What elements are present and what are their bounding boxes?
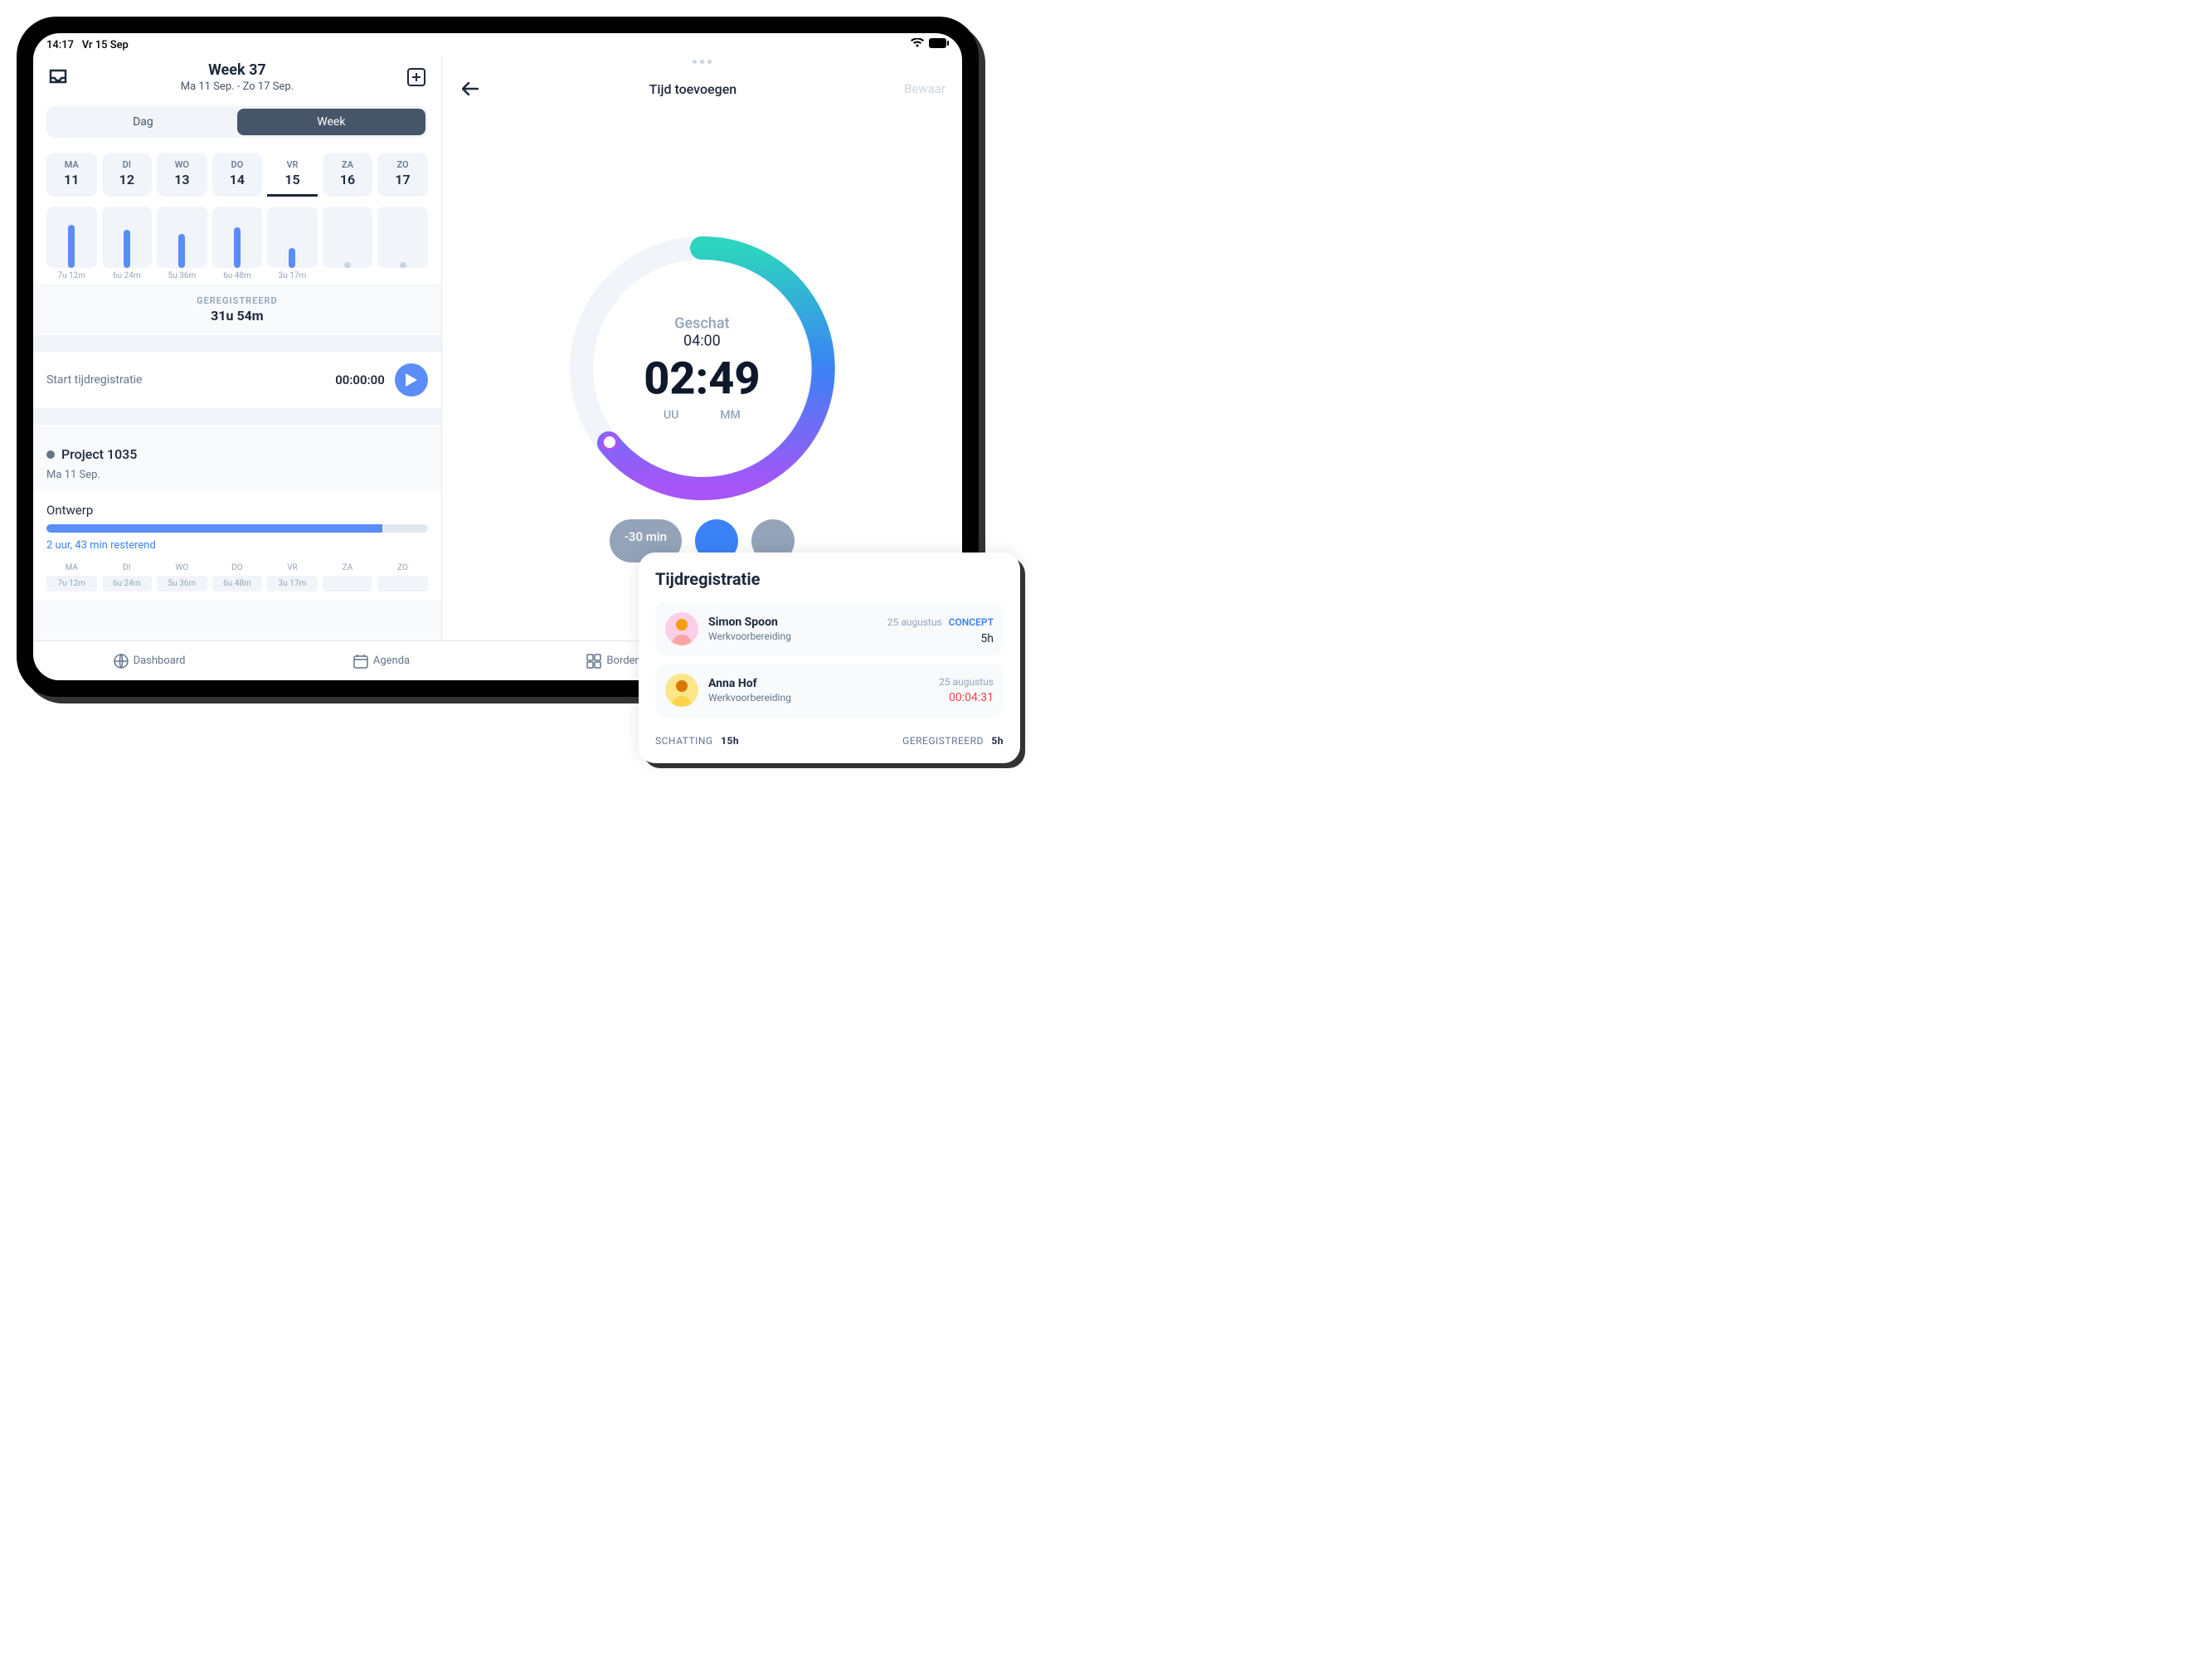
arrow-left-icon <box>462 82 479 95</box>
entry-date: 25 augustus <box>939 676 994 688</box>
play-icon <box>406 373 417 387</box>
play-button[interactable] <box>395 363 428 397</box>
estimate-value: 04:00 <box>644 332 760 349</box>
bar-wo <box>178 234 185 268</box>
toggle-day[interactable]: Dag <box>49 109 237 135</box>
project-date: Ma 11 Sep. <box>33 467 441 491</box>
mini-days: MA DI WO DO VR ZA ZO <box>33 553 441 574</box>
status-date: Vr 15 Sep <box>82 39 129 51</box>
bar-ma <box>68 225 75 268</box>
day-zo[interactable]: ZO17 <box>377 153 428 197</box>
entry-hours: 00:04:31 <box>939 691 994 704</box>
day-di[interactable]: DI12 <box>102 153 153 197</box>
remaining-text: 2 uur, 43 min resterend <box>33 538 441 553</box>
grid-icon <box>586 654 601 669</box>
entry-date: 25 augustus <box>887 616 942 628</box>
day-za[interactable]: ZA16 <box>323 153 373 197</box>
entry-name: Anna Hof <box>708 677 929 690</box>
drag-handle <box>442 56 962 67</box>
avatar <box>665 612 698 645</box>
tablet-frame: 14:17 Vr 15 Sep Wee <box>17 17 979 697</box>
registered-block: GEREGISTREERD 31u 54m <box>33 284 441 335</box>
bars-row <box>33 203 441 268</box>
registered-value: 31u 54m <box>33 308 441 324</box>
current-value: 02:49 <box>644 353 760 405</box>
week-header: Week 37 Ma 11 Sep. - Zo 17 Sep. <box>70 61 405 93</box>
timer-row: Start tijdregistratie 00:00:00 <box>33 352 441 408</box>
time-entry[interactable]: Simon Spoon Werkvoorbereiding 25 augustu… <box>655 602 1004 655</box>
timer-label: Start tijdregistratie <box>46 373 325 387</box>
bar-times: 7u 12m 6u 24m 5u 36m 6u 48m 3u 17m <box>33 268 441 284</box>
globe-icon <box>114 654 129 669</box>
estimate-label: Geschat <box>644 314 760 332</box>
toggle-week[interactable]: Week <box>237 109 425 135</box>
time-dial[interactable]: Geschat 04:00 02:49 UU MM <box>561 227 843 509</box>
entry-hours: 5h <box>887 632 994 645</box>
day-week-toggle: Dag Week <box>46 106 428 138</box>
day-wo[interactable]: WO13 <box>157 153 207 197</box>
left-pane: Week 37 Ma 11 Sep. - Zo 17 Sep. Dag Week… <box>33 56 442 679</box>
save-button[interactable]: Bewaar <box>904 81 946 96</box>
bar-za <box>344 262 351 268</box>
timer-value: 00:00:00 <box>335 372 385 387</box>
time-registration-popup: Tijdregistratie Simon Spoon Werkvoorbere… <box>639 553 1020 763</box>
bar-di <box>124 230 130 268</box>
wifi-icon <box>911 38 924 51</box>
nav-agenda[interactable]: Agenda <box>265 641 498 680</box>
add-button[interactable] <box>405 66 428 89</box>
project-name: Project 1035 <box>33 441 441 467</box>
popup-summary: SCHATTING 15h GEREGISTREERD 5h <box>655 725 1004 747</box>
dial-handle[interactable] <box>600 433 619 451</box>
avatar <box>665 674 698 707</box>
uu-label: UU <box>664 408 678 421</box>
calendar-icon <box>353 654 368 669</box>
task-name: Ontwerp <box>33 498 441 519</box>
day-ma[interactable]: MA11 <box>46 153 97 197</box>
inbox-icon[interactable] <box>46 66 70 89</box>
entry-sub: Werkvoorbereiding <box>708 630 878 642</box>
week-title: Week 37 <box>70 61 405 79</box>
entry-name: Simon Spoon <box>708 616 878 629</box>
status-left: 14:17 Vr 15 Sep <box>46 39 129 51</box>
bar-do <box>234 227 241 268</box>
week-range: Ma 11 Sep. - Zo 17 Sep. <box>70 80 405 93</box>
right-title: Tijd toevoegen <box>649 81 737 97</box>
bar-vr <box>289 248 295 268</box>
concept-badge: CONCEPT <box>949 616 994 628</box>
status-time: 14:17 <box>46 39 74 51</box>
back-button[interactable] <box>459 77 482 100</box>
nav-dashboard[interactable]: Dashboard <box>33 641 265 680</box>
status-bar: 14:17 Vr 15 Sep <box>33 33 962 56</box>
progress-bar <box>46 524 428 533</box>
mini-times: 7u 12m 6u 24m 5u 36m 6u 48m 3u 17m <box>33 574 441 593</box>
mm-label: MM <box>720 408 741 421</box>
days-row: MA11 DI12 WO13 DO14 VR15 ZA16 ZO17 <box>33 146 441 203</box>
day-vr[interactable]: VR15 <box>267 153 318 197</box>
entry-sub: Werkvoorbereiding <box>708 692 929 703</box>
registered-label: GEREGISTREERD <box>33 295 441 306</box>
day-do[interactable]: DO14 <box>212 153 263 197</box>
time-entry[interactable]: Anna Hof Werkvoorbereiding 25 augustus 0… <box>655 664 1004 717</box>
bar-zo <box>400 262 406 268</box>
dot-icon <box>46 450 55 459</box>
battery-icon <box>929 38 949 51</box>
popup-title: Tijdregistratie <box>655 569 1004 589</box>
